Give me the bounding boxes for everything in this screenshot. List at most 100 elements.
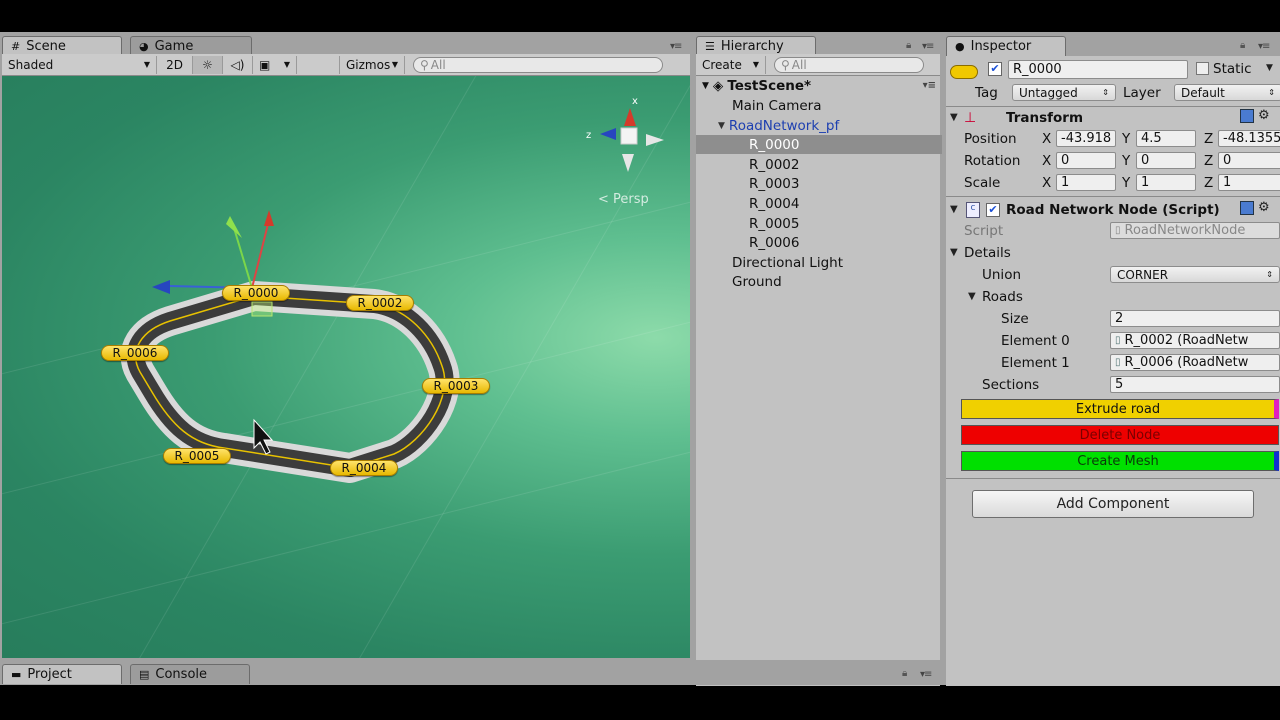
divider	[946, 478, 1280, 479]
mode-2d-button[interactable]: 2D	[157, 55, 193, 74]
layer-value: Default	[1181, 85, 1225, 100]
node-label-r0003[interactable]: R_0003	[422, 378, 490, 394]
tab-hierarchy[interactable]: ☰ Hierarchy	[696, 36, 816, 56]
tag-dropdown[interactable]: Untagged ⇕	[1012, 84, 1116, 101]
element1-field[interactable]: ▯ R_0006 (RoadNetw	[1110, 354, 1280, 371]
scene-name: TestScene*	[727, 77, 812, 94]
scale-z-input[interactable]: 1	[1218, 174, 1280, 191]
union-value: CORNER	[1117, 267, 1169, 282]
lock-icon[interactable]: 🔒︎	[902, 668, 907, 679]
orientation-x-icon[interactable]	[646, 134, 664, 146]
gizmo-y-arrow-icon[interactable]	[226, 216, 242, 238]
inspector-title: Inspector	[970, 39, 1032, 54]
hierarchy-item-r0006[interactable]: R_0006	[696, 233, 942, 252]
add-component-button[interactable]: Add Component	[972, 490, 1254, 518]
audio-toggle[interactable]: ◁)	[223, 55, 253, 74]
hierarchy-item-r0000[interactable]: R_0000	[696, 135, 942, 154]
scale-y-input[interactable]: 1	[1136, 174, 1196, 191]
gizmo-z-arrow-icon[interactable]	[152, 280, 170, 294]
hierarchy-item-r0003[interactable]: R_0003	[696, 174, 942, 193]
hierarchy-search-input[interactable]: ⚲ All	[774, 56, 924, 73]
tab-console[interactable]: ▤ Console	[130, 664, 250, 684]
axis-x-label: X	[1042, 175, 1052, 191]
static-checkbox[interactable]	[1196, 62, 1209, 75]
delete-node-button[interactable]: Delete Node	[961, 425, 1279, 445]
scale-x-input[interactable]: 1	[1056, 174, 1116, 191]
union-dropdown[interactable]: CORNER ⇕	[1110, 266, 1280, 283]
script-enabled-checkbox[interactable]: ✔	[986, 203, 1000, 217]
position-x-input[interactable]: -43.918	[1056, 130, 1116, 147]
hierarchy-item-directional-light[interactable]: Directional Light	[696, 253, 942, 272]
position-z-input[interactable]: -48.1355	[1218, 130, 1280, 147]
projection-label[interactable]: < Persp	[598, 192, 649, 207]
tab-console-label: Console	[155, 667, 208, 682]
create-dropdown[interactable]: Create ▼	[696, 55, 766, 74]
gizmo-x-arrow-icon[interactable]	[264, 210, 274, 226]
component-settings-icon[interactable]: ⚙	[1258, 108, 1270, 123]
shading-mode-dropdown[interactable]: Shaded ▼	[2, 55, 157, 74]
node-label-r0006[interactable]: R_0006	[101, 345, 169, 361]
hierarchy-title: Hierarchy	[720, 39, 784, 54]
reference-icon[interactable]	[1240, 109, 1254, 123]
tab-project[interactable]: ▬ Project	[2, 664, 122, 684]
panel-menu-icon[interactable]: ▾≡	[920, 669, 932, 680]
scene-root-row[interactable]: ▼ ◈ TestScene* ▾≡	[696, 76, 942, 95]
lock-icon[interactable]: 🔒︎	[906, 40, 911, 51]
orientation-y-icon[interactable]	[624, 108, 636, 126]
hierarchy-item-r0004[interactable]: R_0004	[696, 194, 942, 213]
script-foldout-icon[interactable]: ▼	[950, 204, 958, 215]
lighting-toggle[interactable]: ☼	[193, 55, 223, 74]
node-label-r0000[interactable]: R_0000	[222, 285, 290, 301]
sections-input[interactable]: 5	[1110, 376, 1280, 393]
panel-menu-icon[interactable]: ▾≡	[1258, 41, 1270, 52]
orientation-z-icon[interactable]	[600, 128, 616, 140]
rotation-z-input[interactable]: 0	[1218, 152, 1280, 169]
tab-game[interactable]: ◕ Game	[130, 36, 252, 56]
rotation-x-input[interactable]: 0	[1056, 152, 1116, 169]
hierarchy-item-r0005[interactable]: R_0005	[696, 214, 942, 233]
panel-menu-icon[interactable]: ▾≡	[670, 41, 682, 52]
rotation-y-input[interactable]: 0	[1136, 152, 1196, 169]
expand-arrow-icon[interactable]: ▼	[702, 81, 709, 91]
hierarchy-item-roadnetwork[interactable]: ▼ RoadNetwork_pf	[696, 116, 942, 135]
details-foldout-icon[interactable]: ▼	[950, 247, 958, 258]
node-label-r0004[interactable]: R_0004	[330, 460, 398, 476]
scene-viewport[interactable]: x z < Persp R_0000 R_0002 R_0006 R_0003 …	[2, 76, 690, 658]
size-input[interactable]: 2	[1110, 310, 1280, 327]
axis-x-label: X	[1042, 131, 1052, 147]
tab-scene[interactable]: # Scene	[2, 36, 122, 56]
effects-dropdown[interactable]: ▣ ▼	[253, 55, 297, 74]
hierarchy-item-ground[interactable]: Ground	[696, 272, 942, 291]
object-name-input[interactable]: R_0000	[1008, 60, 1188, 79]
node-label-r0002[interactable]: R_0002	[346, 295, 414, 311]
active-checkbox[interactable]: ✔	[988, 62, 1002, 76]
panel-menu-icon[interactable]: ▾≡	[922, 41, 934, 52]
hierarchy-item-main-camera[interactable]: Main Camera	[696, 96, 942, 115]
orientation-neg-y-icon[interactable]	[622, 154, 634, 172]
position-y-input[interactable]: 4.5	[1136, 130, 1196, 147]
component-settings-icon[interactable]: ⚙	[1258, 200, 1270, 215]
object-icon[interactable]	[950, 65, 978, 79]
expand-arrow-icon[interactable]: ▼	[718, 121, 725, 131]
element0-field[interactable]: ▯ R_0002 (RoadNetw	[1110, 332, 1280, 349]
layer-dropdown[interactable]: Default ⇕	[1174, 84, 1280, 101]
reference-icon[interactable]	[1240, 201, 1254, 215]
image-icon: ▣	[259, 57, 271, 72]
hierarchy-item-r0002[interactable]: R_0002	[696, 155, 942, 174]
roads-foldout-icon[interactable]: ▼	[968, 291, 976, 302]
tab-inspector[interactable]: ● Inspector	[946, 36, 1066, 56]
unity-scene-icon: ◈	[712, 77, 724, 94]
lock-icon[interactable]: 🔒︎	[1240, 40, 1245, 51]
scene-menu-icon[interactable]: ▾≡	[923, 80, 936, 91]
static-dropdown-icon[interactable]: ▼	[1266, 63, 1273, 73]
gizmos-dropdown[interactable]: Gizmos ▼	[339, 55, 405, 74]
transform-foldout-icon[interactable]: ▼	[950, 112, 958, 123]
grid-icon: #	[11, 40, 21, 53]
create-mesh-button[interactable]: Create Mesh	[961, 451, 1279, 471]
node-label-r0005[interactable]: R_0005	[163, 448, 231, 464]
scene-search-input[interactable]: ⚲ All	[413, 56, 663, 73]
gizmo-plane-handle[interactable]	[251, 301, 273, 317]
extrude-road-button[interactable]: Extrude road	[961, 399, 1279, 419]
tag-label: Tag	[975, 85, 998, 101]
orientation-cube-icon[interactable]	[620, 127, 638, 145]
